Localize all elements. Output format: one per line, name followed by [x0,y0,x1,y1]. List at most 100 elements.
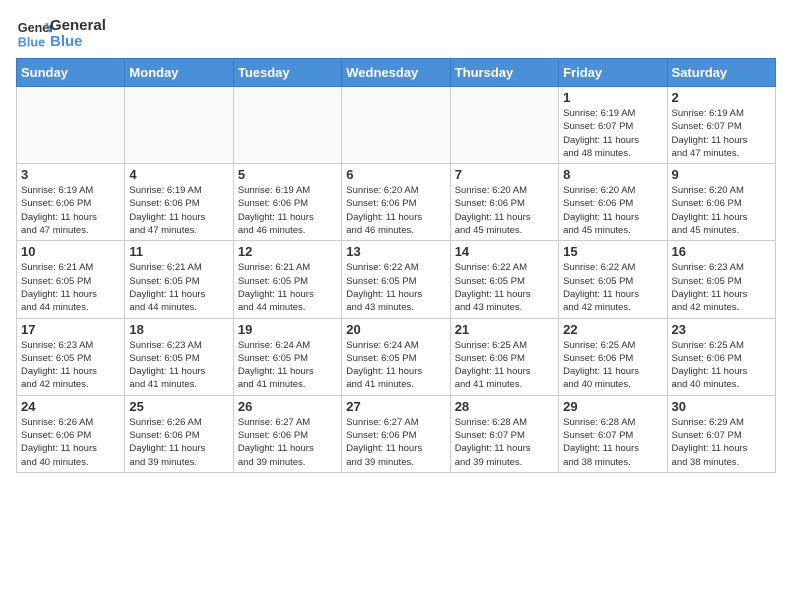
day-info: Sunrise: 6:20 AM Sunset: 6:06 PM Dayligh… [346,184,445,237]
weekday-header-monday: Monday [125,59,233,87]
day-info: Sunrise: 6:26 AM Sunset: 6:06 PM Dayligh… [129,416,228,469]
day-info: Sunrise: 6:21 AM Sunset: 6:05 PM Dayligh… [238,261,337,314]
page: General Blue General Blue SundayMondayTu… [0,0,792,489]
day-number: 21 [455,322,554,337]
calendar-cell: 22 Sunrise: 6:25 AM Sunset: 6:06 PM Dayli… [559,318,667,395]
weekday-header-sunday: Sunday [17,59,125,87]
day-number: 9 [672,167,771,182]
day-info: Sunrise: 6:20 AM Sunset: 6:06 PM Dayligh… [672,184,771,237]
calendar-cell: 26Sunrise: 6:27 AM Sunset: 6:06 PM Dayli… [233,395,341,472]
day-number: 7 [455,167,554,182]
day-info: Sunrise: 6:25 AM Sunset: 6:06 PM Dayligh… [672,339,771,392]
calendar-cell: 10Sunrise: 6:21 AM Sunset: 6:05 PM Dayli… [17,241,125,318]
day-number: 17 [21,322,120,337]
calendar-cell: 28 Sunrise: 6:28 AM Sunset: 6:07 PM Dayli… [450,395,558,472]
day-number: 5 [238,167,337,182]
day-info: Sunrise: 6:28 AM Sunset: 6:07 PM Dayligh… [563,416,662,469]
day-number: 14 [455,244,554,259]
day-info: Sunrise: 6:27 AM Sunset: 6:06 PM Dayligh… [346,416,445,469]
day-info: Sunrise: 6:29 AM Sunset: 6:07 PM Dayligh… [672,416,771,469]
calendar-cell: 15 Sunrise: 6:22 AM Sunset: 6:05 PM Dayli… [559,241,667,318]
weekday-header-thursday: Thursday [450,59,558,87]
calendar-cell: 16 Sunrise: 6:23 AM Sunset: 6:05 PM Dayli… [667,241,775,318]
calendar-cell: 30 Sunrise: 6:29 AM Sunset: 6:07 PM Dayli… [667,395,775,472]
day-info: Sunrise: 6:19 AM Sunset: 6:07 PM Dayligh… [563,107,662,160]
calendar-cell: 18 Sunrise: 6:23 AM Sunset: 6:05 PM Dayli… [125,318,233,395]
calendar-cell: 23Sunrise: 6:25 AM Sunset: 6:06 PM Dayli… [667,318,775,395]
weekday-header-saturday: Saturday [667,59,775,87]
day-number: 19 [238,322,337,337]
calendar-cell: 6 Sunrise: 6:20 AM Sunset: 6:06 PM Daylig… [342,164,450,241]
calendar-cell: 7 Sunrise: 6:20 AM Sunset: 6:06 PM Daylig… [450,164,558,241]
day-info: Sunrise: 6:28 AM Sunset: 6:07 PM Dayligh… [455,416,554,469]
calendar: SundayMondayTuesdayWednesdayThursdayFrid… [16,58,776,473]
weekday-header-friday: Friday [559,59,667,87]
week-row-4: 24 Sunrise: 6:26 AM Sunset: 6:06 PM Dayli… [17,395,776,472]
day-info: Sunrise: 6:23 AM Sunset: 6:05 PM Dayligh… [129,339,228,392]
day-number: 12 [238,244,337,259]
day-info: Sunrise: 6:19 AM Sunset: 6:06 PM Dayligh… [238,184,337,237]
day-info: Sunrise: 6:25 AM Sunset: 6:06 PM Dayligh… [455,339,554,392]
day-info: Sunrise: 6:22 AM Sunset: 6:05 PM Dayligh… [563,261,662,314]
svg-text:Blue: Blue [18,36,45,50]
day-info: Sunrise: 6:19 AM Sunset: 6:06 PM Dayligh… [129,184,228,237]
calendar-cell: 9 Sunrise: 6:20 AM Sunset: 6:06 PM Daylig… [667,164,775,241]
day-number: 20 [346,322,445,337]
calendar-cell: 13Sunrise: 6:22 AM Sunset: 6:05 PM Dayli… [342,241,450,318]
logo-general: General [50,18,106,35]
day-info: Sunrise: 6:22 AM Sunset: 6:05 PM Dayligh… [455,261,554,314]
day-number: 22 [563,322,662,337]
week-row-0: 1Sunrise: 6:19 AM Sunset: 6:07 PM Daylig… [17,87,776,164]
week-row-2: 10Sunrise: 6:21 AM Sunset: 6:05 PM Dayli… [17,241,776,318]
day-number: 30 [672,399,771,414]
calendar-cell [125,87,233,164]
day-info: Sunrise: 6:23 AM Sunset: 6:05 PM Dayligh… [21,339,120,392]
calendar-cell [233,87,341,164]
logo-icon: General Blue [16,16,52,52]
calendar-cell: 21 Sunrise: 6:25 AM Sunset: 6:06 PM Dayli… [450,318,558,395]
calendar-cell: 24 Sunrise: 6:26 AM Sunset: 6:06 PM Dayli… [17,395,125,472]
day-info: Sunrise: 6:21 AM Sunset: 6:05 PM Dayligh… [21,261,120,314]
day-number: 6 [346,167,445,182]
day-info: Sunrise: 6:20 AM Sunset: 6:06 PM Dayligh… [455,184,554,237]
calendar-cell: 14 Sunrise: 6:22 AM Sunset: 6:05 PM Dayli… [450,241,558,318]
day-number: 18 [129,322,228,337]
day-info: Sunrise: 6:19 AM Sunset: 6:06 PM Dayligh… [21,184,120,237]
day-info: Sunrise: 6:24 AM Sunset: 6:05 PM Dayligh… [346,339,445,392]
week-row-1: 3 Sunrise: 6:19 AM Sunset: 6:06 PM Daylig… [17,164,776,241]
day-number: 2 [672,90,771,105]
week-row-3: 17 Sunrise: 6:23 AM Sunset: 6:05 PM Dayli… [17,318,776,395]
calendar-cell: 11 Sunrise: 6:21 AM Sunset: 6:05 PM Dayli… [125,241,233,318]
day-info: Sunrise: 6:19 AM Sunset: 6:07 PM Dayligh… [672,107,771,160]
calendar-cell: 27 Sunrise: 6:27 AM Sunset: 6:06 PM Dayli… [342,395,450,472]
calendar-cell: 12 Sunrise: 6:21 AM Sunset: 6:05 PM Dayli… [233,241,341,318]
day-info: Sunrise: 6:23 AM Sunset: 6:05 PM Dayligh… [672,261,771,314]
day-number: 15 [563,244,662,259]
day-number: 16 [672,244,771,259]
calendar-cell: 17 Sunrise: 6:23 AM Sunset: 6:05 PM Dayli… [17,318,125,395]
header: General Blue General Blue [16,16,776,52]
day-info: Sunrise: 6:20 AM Sunset: 6:06 PM Dayligh… [563,184,662,237]
day-number: 4 [129,167,228,182]
day-number: 25 [129,399,228,414]
calendar-cell: 3 Sunrise: 6:19 AM Sunset: 6:06 PM Daylig… [17,164,125,241]
day-info: Sunrise: 6:22 AM Sunset: 6:05 PM Dayligh… [346,261,445,314]
weekday-header-tuesday: Tuesday [233,59,341,87]
calendar-cell: 1Sunrise: 6:19 AM Sunset: 6:07 PM Daylig… [559,87,667,164]
day-info: Sunrise: 6:26 AM Sunset: 6:06 PM Dayligh… [21,416,120,469]
logo: General Blue General Blue [16,16,106,52]
calendar-cell [17,87,125,164]
day-info: Sunrise: 6:21 AM Sunset: 6:05 PM Dayligh… [129,261,228,314]
day-number: 27 [346,399,445,414]
day-number: 28 [455,399,554,414]
calendar-cell [450,87,558,164]
day-number: 11 [129,244,228,259]
day-number: 24 [21,399,120,414]
calendar-cell: 19Sunrise: 6:24 AM Sunset: 6:05 PM Dayli… [233,318,341,395]
calendar-cell: 20 Sunrise: 6:24 AM Sunset: 6:05 PM Dayli… [342,318,450,395]
day-number: 3 [21,167,120,182]
day-number: 8 [563,167,662,182]
day-info: Sunrise: 6:25 AM Sunset: 6:06 PM Dayligh… [563,339,662,392]
calendar-cell: 2 Sunrise: 6:19 AM Sunset: 6:07 PM Daylig… [667,87,775,164]
calendar-cell: 25 Sunrise: 6:26 AM Sunset: 6:06 PM Dayli… [125,395,233,472]
